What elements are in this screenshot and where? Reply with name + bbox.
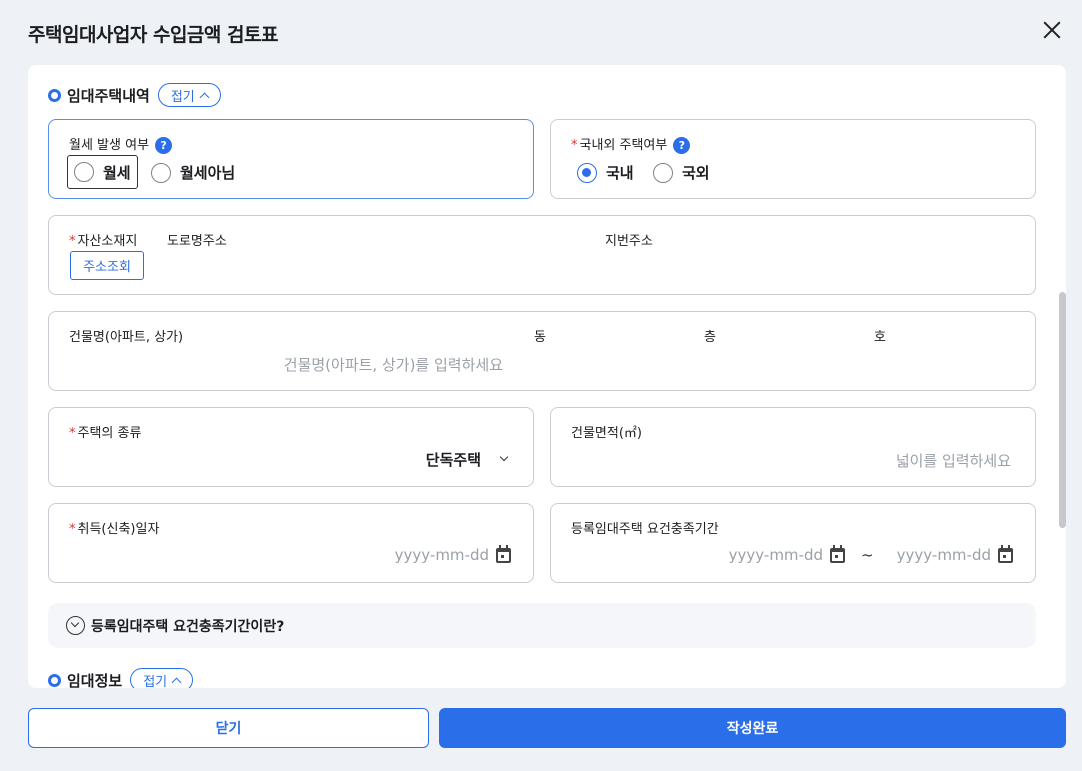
road-address-label: 도로명주소: [167, 234, 227, 249]
faq-label: 등록임대주택 요건충족기간이란?: [91, 618, 285, 635]
dong-label: 동: [534, 330, 546, 345]
house-type-select[interactable]: 단독주택: [349, 444, 519, 474]
house-type-field: * 주택의 종류 단독주택: [48, 407, 534, 487]
ho-label: 호: [874, 330, 886, 345]
area-input[interactable]: 넓이를 입력하세요: [711, 450, 1011, 471]
domestic-field: * 국내외 주택여부? 국내 국외: [550, 119, 1036, 199]
required-mark: *: [69, 426, 76, 441]
period-field: 등록임대주택 요건충족기간 yyyy-mm-dd ~ yyyy-mm-dd: [550, 503, 1036, 583]
collapse-label: 접기: [143, 674, 168, 689]
form-content: 임대주택내역 접기 월세 발생 여부? 월세 월세아님 *국내외 주택여부?: [28, 65, 1066, 688]
area-label: 건물면적(㎡): [571, 426, 642, 441]
section-title: 임대주택내역: [67, 86, 150, 105]
address-label-text: 자산소재지: [77, 234, 138, 249]
radio-domestic[interactable]: 국내: [577, 162, 634, 183]
help-icon[interactable]: ?: [155, 137, 173, 154]
help-icon[interactable]: ?: [673, 137, 691, 154]
radio-label: 월세: [103, 163, 131, 182]
radio-label: 국내: [606, 164, 634, 182]
dialog-title: 주택임대사업자 수입금액 검토표: [28, 24, 278, 46]
monthly-rent-label-text: 월세 발생 여부: [69, 138, 150, 153]
acquire-date-field: * 취득(신축)일자 yyyy-mm-dd: [48, 503, 534, 583]
collapse-label: 접기: [170, 89, 195, 105]
section-bullet-icon: [48, 88, 61, 102]
radio-label: 월세아님: [180, 164, 236, 182]
floor-label: 층: [704, 330, 716, 345]
section-title: 임대정보: [67, 671, 123, 689]
house-type-value: 단독주택: [425, 451, 481, 469]
radio-circle-icon: [151, 162, 171, 183]
address-label: * 자산소재지: [69, 230, 137, 249]
period-start-input[interactable]: yyyy-mm-dd: [631, 546, 823, 564]
section-header-rental-info: 임대정보 접기: [48, 668, 194, 689]
period-label: 등록임대주택 요건충족기간: [571, 522, 719, 537]
area-field: 건물면적(㎡) 넓이를 입력하세요: [550, 407, 1036, 487]
required-mark: *: [69, 522, 76, 537]
collapse-button[interactable]: 접기: [157, 83, 221, 107]
required-mark: *: [571, 138, 578, 153]
address-search-button[interactable]: 주소조회: [70, 251, 144, 280]
floor-input[interactable]: [699, 348, 849, 378]
monthly-rent-label: 월세 발생 여부?: [69, 134, 173, 154]
acquire-date-label-text: 취득(신축)일자: [77, 522, 160, 537]
calendar-icon[interactable]: [998, 545, 1013, 563]
scrollbar[interactable]: [1059, 292, 1066, 528]
radio-checked-icon: [577, 162, 597, 183]
required-mark: *: [69, 234, 76, 249]
building-name-label: 건물명(아파트, 상가): [69, 330, 184, 345]
house-type-label: * 주택의 종류: [69, 422, 141, 441]
radio-circle-icon: [653, 162, 673, 183]
domestic-label-text: 국내외 주택여부: [579, 138, 668, 153]
acquire-date-label: * 취득(신축)일자: [69, 518, 159, 537]
review-dialog: 주택임대사업자 수입금액 검토표 임대주택내역 접기 월세 발생 여부? 월세 …: [0, 0, 1082, 771]
calendar-icon[interactable]: [496, 545, 511, 563]
radio-circle-icon: [74, 162, 94, 182]
radio-overseas[interactable]: 국외: [653, 162, 710, 183]
radio-not-monthly-rent[interactable]: 월세아님: [151, 162, 235, 183]
chevron-down-icon: [499, 452, 509, 462]
chevron-up-icon: [171, 677, 182, 687]
chevron-up-icon: [199, 92, 210, 102]
close-icon[interactable]: [1036, 14, 1068, 46]
collapse-button[interactable]: 접기: [130, 668, 194, 689]
building-name-input[interactable]: 건물명(아파트, 상가)를 입력하세요: [159, 354, 503, 375]
building-field: 건물명(아파트, 상가) 동 층 호 건물명(아파트, 상가)를 입력하세요: [48, 311, 1036, 391]
acquire-date-input[interactable]: yyyy-mm-dd: [289, 546, 489, 564]
close-button[interactable]: 닫기: [28, 708, 429, 748]
address-field: * 자산소재지 도로명주소 지번주소 주소조회: [48, 215, 1036, 295]
period-end-input[interactable]: yyyy-mm-dd: [801, 546, 991, 564]
chevron-circle-down-icon: [66, 616, 85, 635]
radio-label: 국외: [682, 164, 710, 182]
faq-toggle[interactable]: 등록임대주택 요건충족기간이란?: [48, 603, 1036, 648]
ho-input[interactable]: [869, 348, 1019, 378]
domestic-label: * 국내외 주택여부?: [571, 134, 691, 154]
dong-input[interactable]: [529, 348, 679, 378]
radio-monthly-rent[interactable]: 월세: [67, 155, 138, 189]
submit-button[interactable]: 작성완료: [439, 708, 1066, 748]
section-header-rental-house: 임대주택내역 접기: [48, 83, 221, 107]
lot-address-label: 지번주소: [605, 234, 653, 249]
section-bullet-icon: [48, 673, 61, 687]
monthly-rent-field: 월세 발생 여부? 월세 월세아님: [48, 119, 534, 199]
house-type-label-text: 주택의 종류: [77, 426, 142, 441]
